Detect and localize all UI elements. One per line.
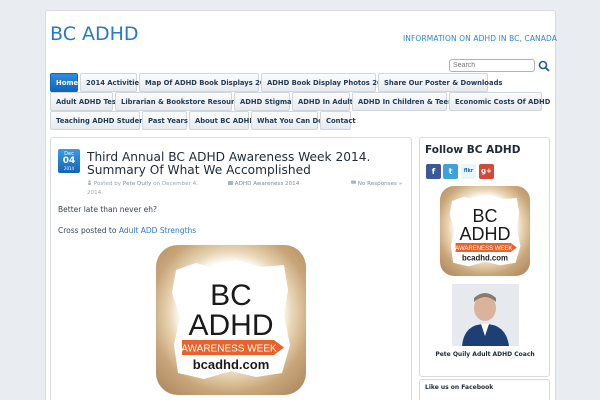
twitter-icon[interactable]: t	[443, 164, 458, 179]
nav-adult-adhd-test[interactable]: Adult ADHD Test	[50, 92, 119, 111]
awareness-week-logo: BC ADHD AWARENESS WEEK bcadhd.com	[172, 260, 290, 379]
nav-adhd-stigma[interactable]: ADHD Stigma	[234, 92, 292, 111]
meta-author-prefix: Posted by	[93, 181, 122, 187]
post-paragraph-2: Cross posted to Adult ADD Strengths	[58, 226, 196, 235]
sb-logo-url: bcadhd.com	[462, 253, 508, 262]
post-paragraph-1: Better late than never eh?	[58, 205, 158, 214]
hero-url: bcadhd.com	[193, 357, 270, 372]
site-tagline: INFORMATION ON ADHD IN BC, CANADA	[403, 34, 557, 43]
nav-what-you-can-do[interactable]: What You Can Do	[251, 111, 323, 130]
post-author: Posted by Pete Quily on December 4,	[87, 180, 198, 188]
search-icon[interactable]	[538, 60, 550, 72]
hero-line1: BC	[210, 279, 252, 312]
nav-book-display-photos[interactable]: ADHD Book Display Photos 2014	[261, 73, 391, 92]
nav-librarian-resources[interactable]: Librarian & Bookstore Resources	[115, 92, 247, 111]
post-date-badge: Dec 04 2014	[58, 149, 80, 173]
search-input[interactable]	[449, 59, 535, 72]
author-icon	[87, 180, 92, 185]
nav-2014-activities[interactable]: 2014 Activities	[80, 73, 143, 92]
nav-map-book-displays[interactable]: Map Of ADHD Book Displays 2014	[139, 73, 274, 92]
site-title[interactable]: BC ADHD	[50, 23, 139, 45]
nav-about-bc-adhd[interactable]: About BC ADHD	[189, 111, 255, 130]
coach-caption[interactable]: Pete Quily Adult ADHD Coach	[420, 351, 550, 358]
nav-share-poster[interactable]: Share Our Poster & Downloads	[378, 73, 502, 92]
coach-portrait	[452, 284, 519, 346]
nav-row-3: Teaching ADHD Students Past Years About …	[50, 111, 356, 130]
date-day: 04	[62, 156, 76, 166]
awareness-week-image[interactable]: BC ADHD AWARENESS WEEK bcadhd.com	[156, 245, 306, 395]
flickr-icon[interactable]: flkr	[461, 164, 476, 179]
cross-post-prefix: Cross posted to	[58, 226, 117, 235]
nav-adhd-children-teens[interactable]: ADHD In Children & Teens	[352, 92, 457, 111]
coach-photo[interactable]	[452, 284, 519, 346]
nav-economic-costs[interactable]: Economic Costs Of ADHD	[449, 92, 550, 111]
post-category: ADHD Awareness 2014	[228, 180, 299, 188]
sb-logo-line1: BC	[472, 206, 497, 226]
nav-home[interactable]: Home	[50, 73, 78, 92]
comment-icon	[351, 180, 356, 184]
sidebar-logo-graphic: BC ADHD AWARENESS WEEK bcadhd.com	[449, 195, 521, 267]
meta-year: 2014	[87, 190, 102, 196]
post-meta: Posted by Pete Quily on December 4, 2014…	[87, 180, 405, 198]
responses-link[interactable]: No Responses »	[358, 181, 402, 187]
date-year: 2014	[63, 166, 75, 171]
author-link[interactable]: Pete Quily	[123, 181, 151, 187]
nav-past-years[interactable]: Past Years	[142, 111, 188, 130]
sb-logo-line2: ADHD	[459, 224, 510, 244]
folder-icon	[228, 181, 233, 185]
nav-adhd-in-adults[interactable]: ADHD In Adults	[292, 92, 357, 111]
nav-contact[interactable]: Contact	[320, 111, 356, 130]
hero-banner: AWARENESS WEEK	[181, 344, 277, 355]
nav-row-2: Adult ADHD Test Librarian & Bookstore Re…	[50, 92, 550, 111]
adult-add-strengths-link[interactable]: Adult ADD Strengths	[119, 226, 196, 235]
nav-row-1: Home 2014 Activities Map Of ADHD Book Di…	[50, 73, 502, 92]
sidebar-bcadhd-logo[interactable]: BC ADHD AWARENESS WEEK bcadhd.com	[440, 186, 530, 276]
like-title: Like us on Facebook	[425, 384, 494, 391]
post-title[interactable]: Third Annual BC ADHD Awareness Week 2014…	[87, 151, 407, 177]
category-link[interactable]: ADHD Awareness 2014	[235, 181, 299, 187]
facebook-icon[interactable]: f	[426, 164, 441, 179]
post-responses: No Responses »	[351, 180, 402, 188]
meta-on-date: on December 4,	[153, 181, 198, 187]
hero-line2: ADHD	[188, 309, 273, 342]
sidebar-title: Follow BC ADHD	[425, 144, 521, 156]
nav-teaching-adhd-students[interactable]: Teaching ADHD Students	[50, 111, 151, 130]
sb-logo-banner: AWARENESS WEEK	[455, 246, 512, 252]
google-plus-icon[interactable]: g+	[479, 164, 494, 179]
